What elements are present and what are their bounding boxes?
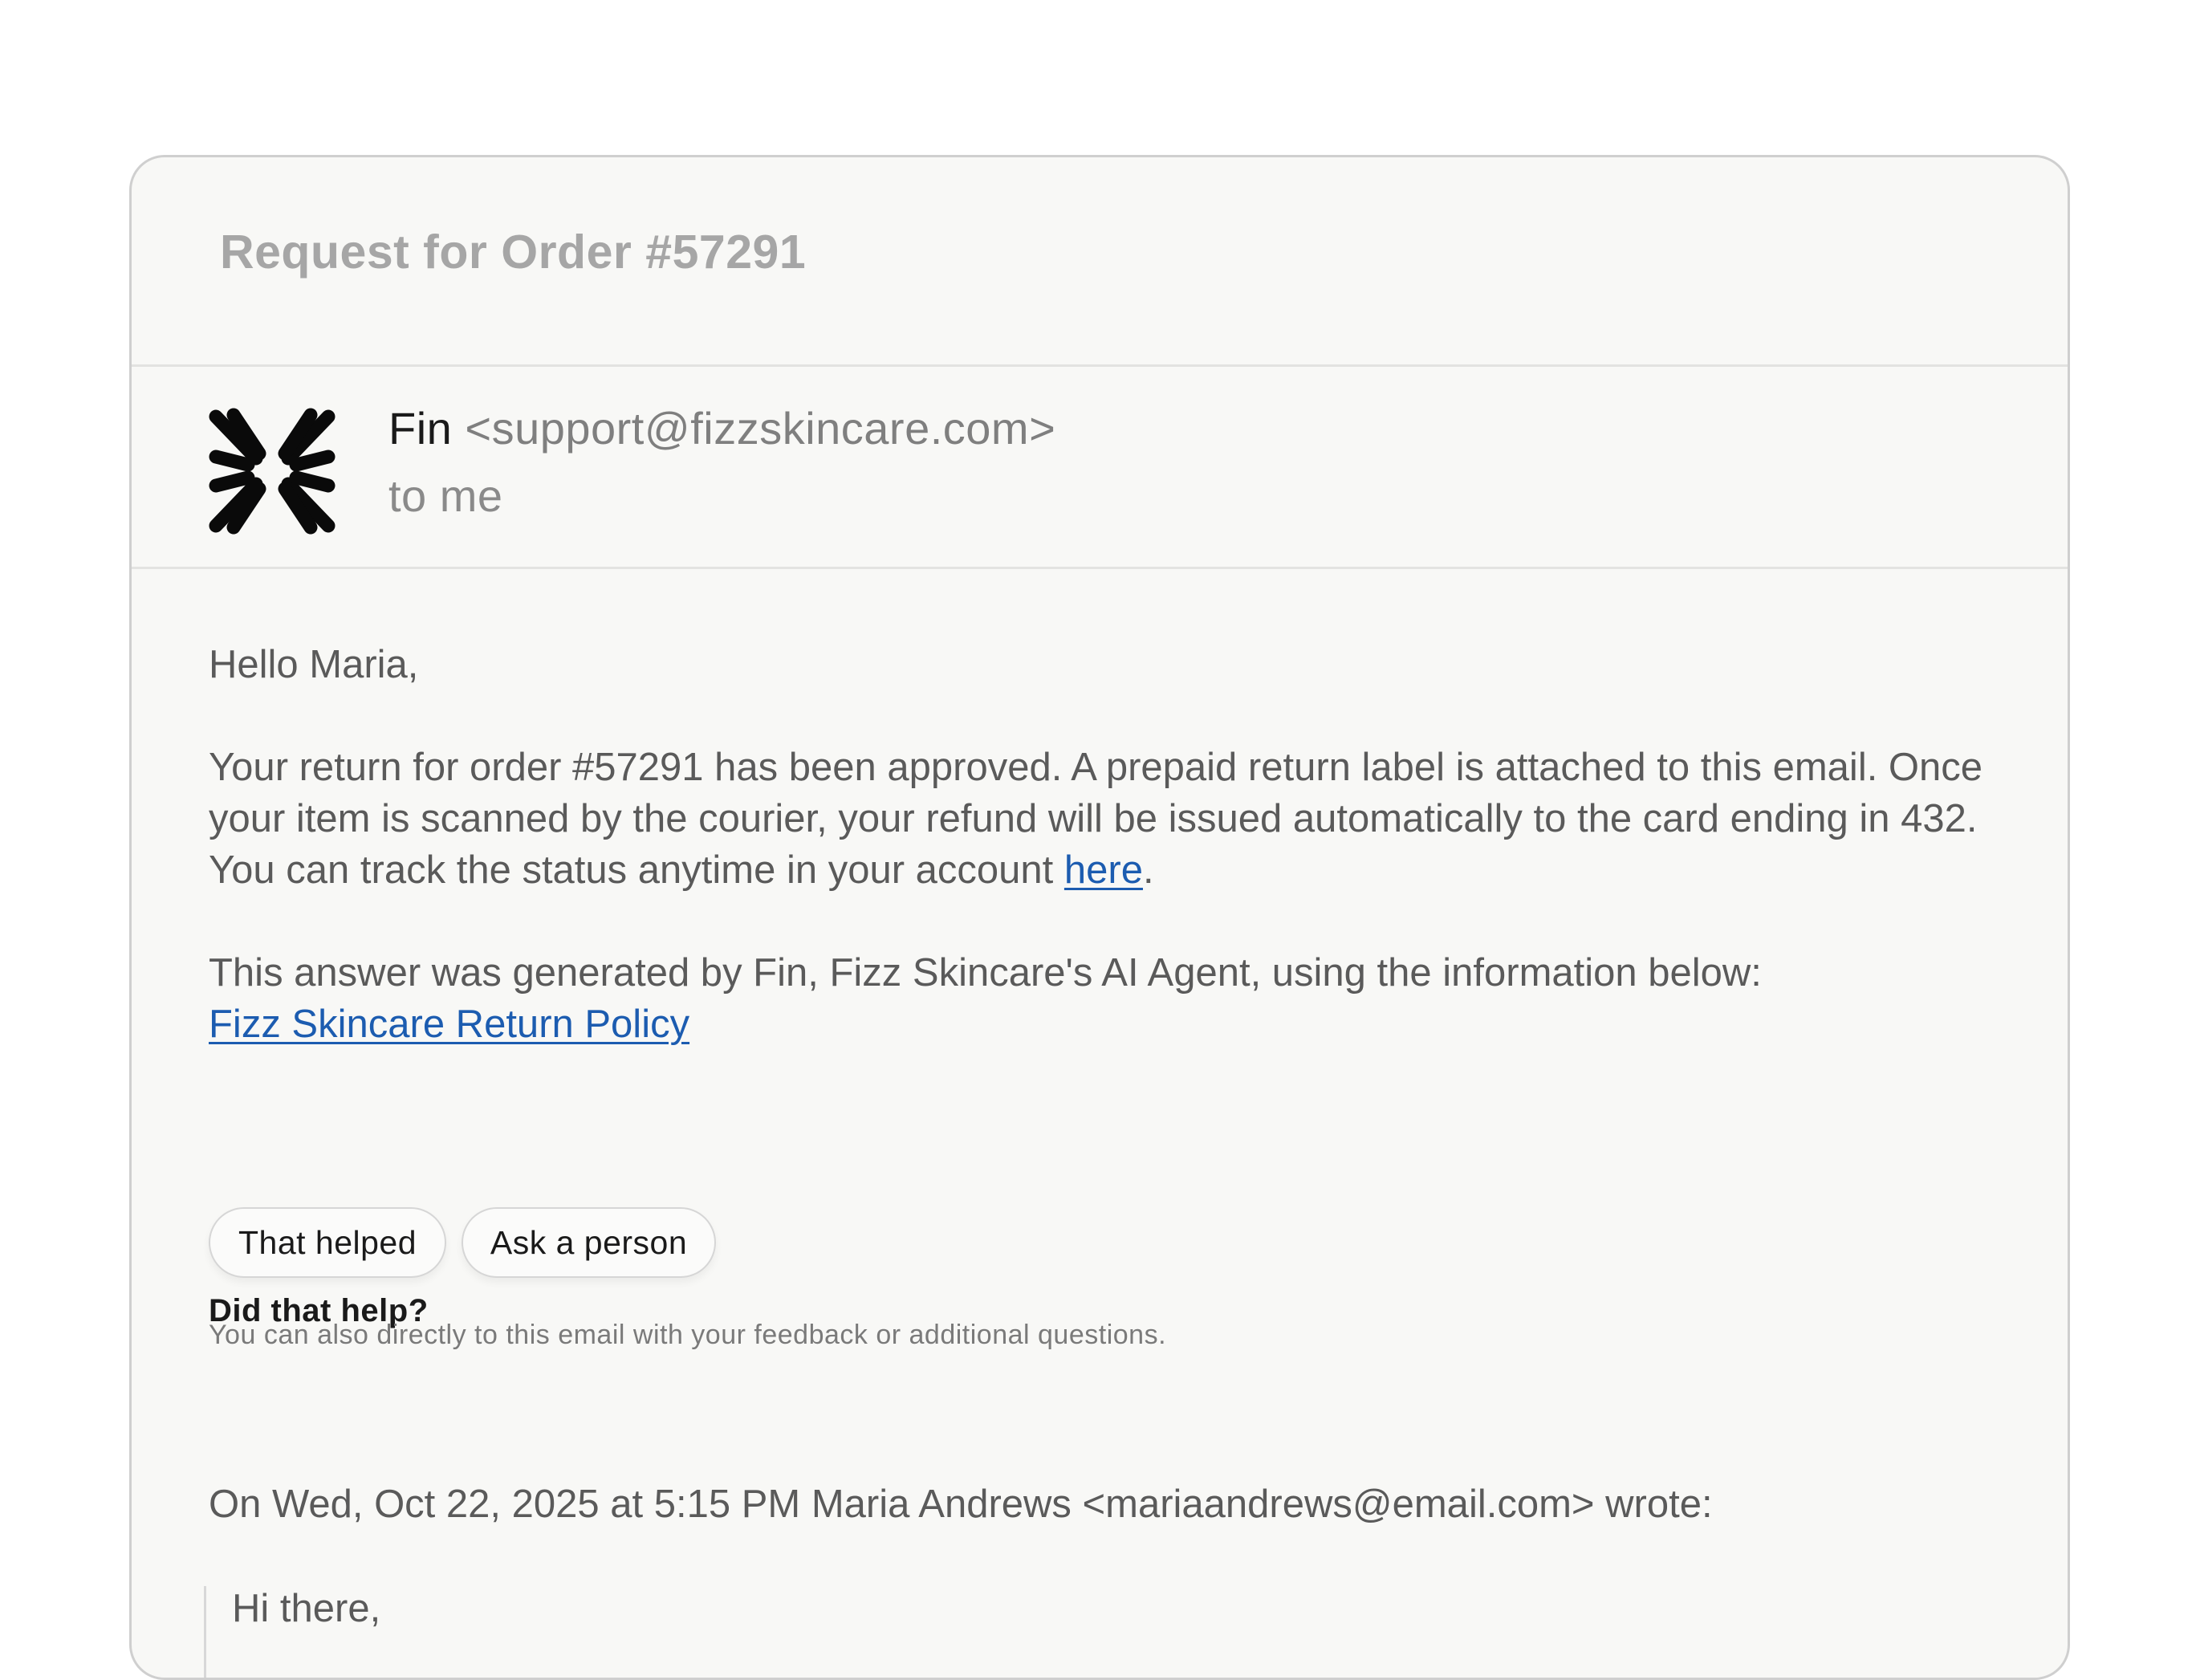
quoted-first-line: Hi there, (232, 1587, 381, 1630)
fizz-logo-icon (206, 405, 338, 537)
feedback-hint: You can also directly to this email with… (209, 1320, 1167, 1350)
that-helped-button[interactable]: That helped (209, 1207, 446, 1278)
sender-name: Fin (388, 403, 453, 454)
quoted-message: Hi there, (204, 1586, 381, 1678)
para1-tail: . (1142, 848, 1154, 892)
quoted-header: On Wed, Oct 22, 2025 at 5:15 PM Maria An… (209, 1483, 1713, 1526)
ask-a-person-button[interactable]: Ask a person (462, 1207, 716, 1278)
subject-bar: Request for Order #57291 (132, 157, 2068, 367)
sender-line: Fin <support@fizzskincare.com> (388, 402, 1055, 454)
return-approval-paragraph: Your return for order #57291 has been ap… (209, 742, 2023, 896)
return-policy-link[interactable]: Fizz Skincare Return Policy (209, 1003, 689, 1046)
greeting: Hello Maria, (209, 643, 419, 686)
recipient-line: to me (388, 470, 503, 521)
para2-text: This answer was generated by Fin, Fizz S… (209, 951, 1762, 995)
email-subject: Request for Order #57291 (220, 226, 807, 279)
ai-source-paragraph: This answer was generated by Fin, Fizz S… (209, 947, 2023, 1050)
sender-email: <support@fizzskincare.com> (465, 403, 1056, 454)
email-card: Request for Order #57291 Fin <support@fi… (129, 155, 2070, 1680)
sender-header: Fin <support@fizzskincare.com> to me (132, 367, 2068, 569)
account-status-link[interactable]: here (1064, 848, 1143, 892)
